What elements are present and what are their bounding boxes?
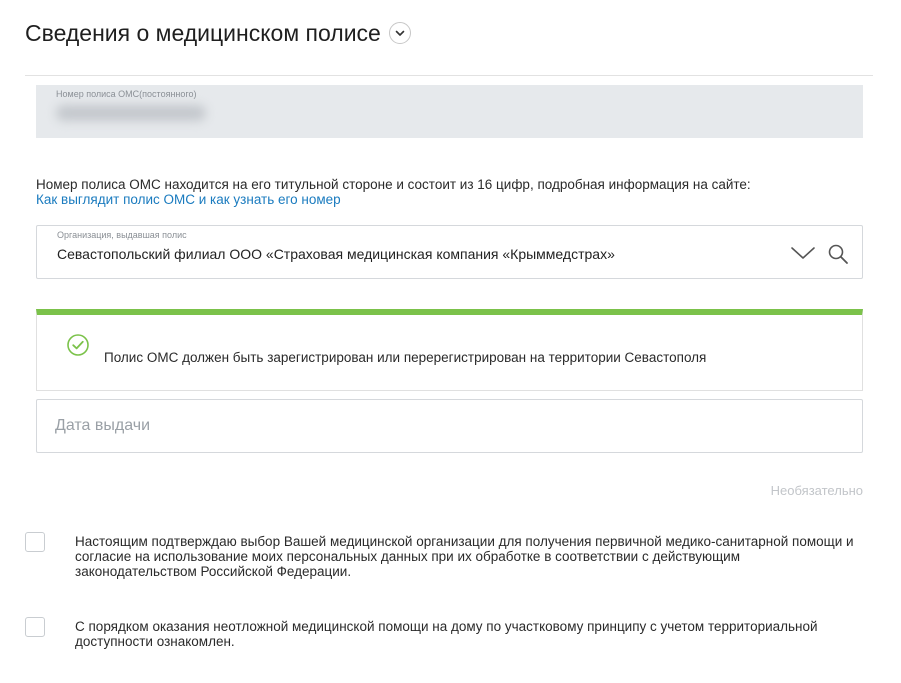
- policy-number-value-redacted: [56, 105, 206, 121]
- chevron-down-icon: [395, 30, 405, 36]
- policy-info-link[interactable]: Как выглядит полис ОМС и как узнать его …: [36, 192, 341, 207]
- consent-checkbox[interactable]: [25, 617, 45, 637]
- consent-item-medical-org: Настоящим подтверждаю выбор Вашей медици…: [25, 531, 854, 579]
- chevron-down-icon[interactable]: [790, 244, 816, 262]
- policy-info-text: Номер полиса ОМС находится на его титуль…: [36, 177, 751, 192]
- organization-label: Организация, выдавшая полис: [57, 230, 187, 240]
- section-divider: [25, 75, 873, 76]
- organization-value: Севастопольский филиал ООО «Страховая ме…: [57, 246, 615, 262]
- optional-hint: Необязательно: [770, 483, 863, 498]
- section-title: Сведения о медицинском полисе: [25, 19, 381, 46]
- search-icon[interactable]: [827, 243, 849, 265]
- collapse-toggle-button[interactable]: [388, 22, 411, 44]
- consent-checkbox[interactable]: [25, 532, 45, 552]
- notice-text: Полис ОМС должен быть зарегистрирован ил…: [104, 350, 707, 365]
- check-circle-icon: [67, 334, 89, 356]
- consent-text: С порядком оказания неотложной медицинск…: [75, 619, 818, 649]
- policy-number-label: Номер полиса ОМС(постоянного): [56, 89, 197, 99]
- consent-text: Настоящим подтверждаю выбор Вашей медици…: [75, 534, 854, 579]
- issue-date-input[interactable]: [36, 399, 863, 453]
- policy-number-field[interactable]: Номер полиса ОМС(постоянного): [36, 85, 863, 138]
- section-header: Сведения о медицинском полисе: [25, 18, 411, 48]
- consent-item-home-care: С порядком оказания неотложной медицинск…: [25, 616, 818, 649]
- registration-notice: Полис ОМС должен быть зарегистрирован ил…: [36, 309, 863, 391]
- organization-select[interactable]: Организация, выдавшая полис Севастопольс…: [36, 225, 863, 279]
